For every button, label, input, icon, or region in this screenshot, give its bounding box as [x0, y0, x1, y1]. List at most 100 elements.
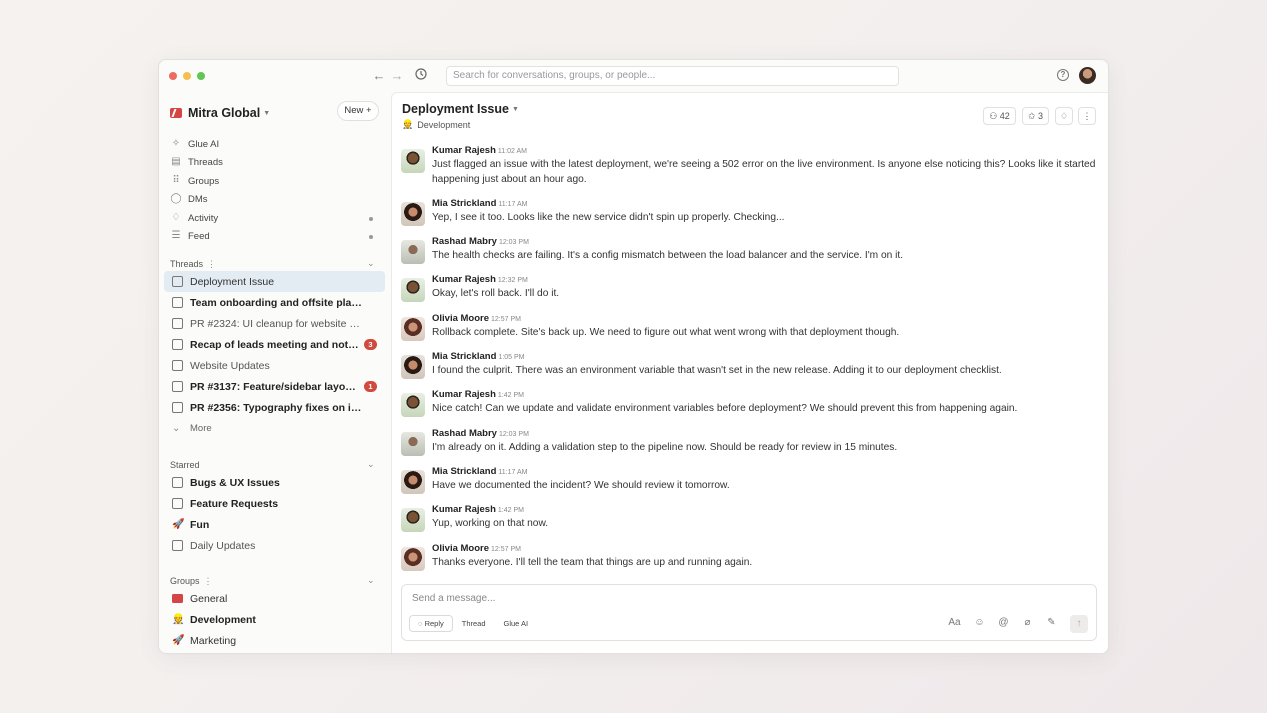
thread-item-recap-leads[interactable]: Recap of leads meeting and notes for... …: [164, 334, 385, 355]
author-name[interactable]: Kumar Rajesh: [432, 504, 496, 515]
rocket-icon: 🚀: [172, 519, 185, 530]
author-name[interactable]: Rashad Mabry: [432, 428, 497, 439]
composer-toolbar: Aa ☺ @ ⌀ ✎: [947, 616, 1069, 629]
thread-title[interactable]: Deployment Issue ▼: [402, 102, 519, 116]
thread-item-pr-3137[interactable]: PR #3137: Feature/sidebar layout im... 1: [164, 376, 385, 397]
kebab-icon[interactable]: ⋮: [204, 576, 213, 587]
message-text: Thanks everyone. I'll tell the team that…: [432, 557, 753, 568]
search-input[interactable]: Search for conversations, groups, or peo…: [446, 66, 899, 86]
emoji-icon[interactable]: ☺: [973, 616, 986, 629]
author-avatar[interactable]: [401, 547, 425, 571]
starred-item-daily-updates[interactable]: Daily Updates: [164, 535, 385, 556]
notifications-button[interactable]: ♢: [1055, 107, 1073, 125]
message-input[interactable]: Send a message...: [412, 593, 495, 604]
thread-icon: [172, 402, 183, 413]
new-button-label: New: [344, 105, 364, 116]
text-format-icon[interactable]: Aa: [947, 616, 962, 629]
chevron-down-icon[interactable]: ⌄: [367, 575, 375, 586]
author-avatar[interactable]: [401, 355, 425, 379]
more-threads-button[interactable]: ⌄ More: [164, 418, 385, 439]
feed-icon: ☰: [171, 230, 181, 241]
thread-tab[interactable]: Thread: [453, 615, 495, 632]
pinned-button[interactable]: ✩ 3: [1022, 107, 1049, 125]
tab-label: Glue AI: [503, 619, 529, 628]
author-avatar[interactable]: [401, 149, 425, 173]
workspace-switcher[interactable]: Mitra Global ▼: [170, 103, 270, 123]
thread-item-team-onboarding[interactable]: Team onboarding and offsite planning: [164, 292, 385, 313]
section-title: Threads: [170, 259, 204, 269]
forward-arrow-icon[interactable]: →: [389, 68, 405, 84]
thread-item-pr-2324[interactable]: PR #2324: UI cleanup for website footer: [164, 313, 385, 334]
construction-worker-icon: 👷: [172, 614, 185, 625]
close-window-button[interactable]: [169, 72, 177, 80]
author-name[interactable]: Kumar Rajesh: [432, 389, 496, 400]
nav-activity[interactable]: ♢ Activity: [170, 210, 219, 226]
thread-label: Recap of leads meeting and notes for...: [190, 338, 362, 351]
nav-groups[interactable]: ⠿ Groups: [170, 173, 219, 189]
message-header: Mia Strickland 1:05 PM: [432, 351, 525, 362]
kebab-icon[interactable]: ⋮: [207, 259, 216, 270]
more-label: More: [190, 423, 212, 434]
thread-item-pr-2356[interactable]: PR #2356: Typography fixes on iOS: [164, 397, 385, 418]
thread-item-deployment-issue[interactable]: Deployment Issue: [164, 271, 385, 292]
more-options-button[interactable]: ⋮: [1078, 107, 1096, 125]
starred-item-fun[interactable]: 🚀 Fun: [164, 514, 385, 535]
author-name[interactable]: Mia Strickland: [432, 198, 496, 209]
message-text: I found the culprit. There was an enviro…: [432, 365, 1002, 376]
author-avatar[interactable]: [401, 508, 425, 532]
author-avatar[interactable]: [401, 393, 425, 417]
edit-icon[interactable]: ✎: [1045, 616, 1058, 629]
thread-icon: [172, 381, 183, 392]
author-avatar[interactable]: [401, 470, 425, 494]
minimize-window-button[interactable]: [183, 72, 191, 80]
help-icon[interactable]: ?: [1057, 69, 1069, 81]
thread-item-website-updates[interactable]: Website Updates: [164, 355, 385, 376]
unread-badge: 3: [364, 339, 377, 350]
group-item-marketing[interactable]: 🚀 Marketing: [164, 630, 385, 651]
starred-item-bugs[interactable]: Bugs & UX Issues: [164, 472, 385, 493]
mention-icon[interactable]: @: [997, 616, 1010, 629]
starred-section-header[interactable]: Starred: [170, 458, 200, 472]
nav-dms[interactable]: ◯ DMs: [170, 191, 207, 207]
attachment-icon[interactable]: ⌀: [1021, 616, 1034, 629]
thread-label: PR #2324: UI cleanup for website footer: [190, 317, 362, 330]
message-timestamp: 12:57 PM: [491, 316, 521, 323]
author-name[interactable]: Kumar Rajesh: [432, 274, 496, 285]
maximize-window-button[interactable]: [197, 72, 205, 80]
reply-tab[interactable]: ◌ Reply: [409, 615, 453, 632]
new-button[interactable]: New +: [337, 101, 379, 121]
nav-glue-ai[interactable]: ✧ Glue AI: [170, 136, 219, 152]
message-header: Kumar Rajesh 1:42 PM: [432, 504, 524, 515]
thread-icon: [172, 318, 183, 329]
group-item-general[interactable]: General: [164, 588, 385, 609]
author-name[interactable]: Rashad Mabry: [432, 236, 497, 247]
starred-label: Feature Requests: [190, 497, 279, 510]
groups-section-header[interactable]: Groups ⋮: [170, 574, 213, 588]
bell-icon: ♢: [171, 212, 181, 223]
back-arrow-icon[interactable]: ←: [371, 68, 387, 84]
author-avatar[interactable]: [401, 317, 425, 341]
history-clock-icon[interactable]: [413, 68, 429, 84]
thread-group-link[interactable]: 👷 Development: [402, 119, 470, 130]
author-avatar[interactable]: [401, 432, 425, 456]
glue-ai-tab[interactable]: Glue AI: [495, 615, 538, 632]
author-name[interactable]: Olivia Moore: [432, 543, 489, 554]
chevron-down-icon[interactable]: ⌄: [367, 258, 375, 269]
user-avatar[interactable]: [1079, 67, 1096, 84]
bell-icon: ♢: [1059, 111, 1069, 121]
author-name[interactable]: Mia Strickland: [432, 466, 496, 477]
author-name[interactable]: Mia Strickland: [432, 351, 496, 362]
author-name[interactable]: Kumar Rajesh: [432, 145, 496, 156]
author-name[interactable]: Olivia Moore: [432, 313, 489, 324]
nav-feed[interactable]: ☰ Feed: [170, 228, 210, 244]
starred-item-feature-requests[interactable]: Feature Requests: [164, 493, 385, 514]
members-button[interactable]: ⚇ 42: [983, 107, 1016, 125]
author-avatar[interactable]: [401, 202, 425, 226]
send-button[interactable]: ↑: [1070, 615, 1088, 633]
nav-threads[interactable]: ▤ Threads: [170, 154, 223, 170]
author-avatar[interactable]: [401, 240, 425, 264]
author-avatar[interactable]: [401, 278, 425, 302]
chevron-down-icon[interactable]: ⌄: [367, 459, 375, 470]
threads-section-header[interactable]: Threads ⋮: [170, 257, 216, 271]
group-item-development[interactable]: 👷 Development: [164, 609, 385, 630]
